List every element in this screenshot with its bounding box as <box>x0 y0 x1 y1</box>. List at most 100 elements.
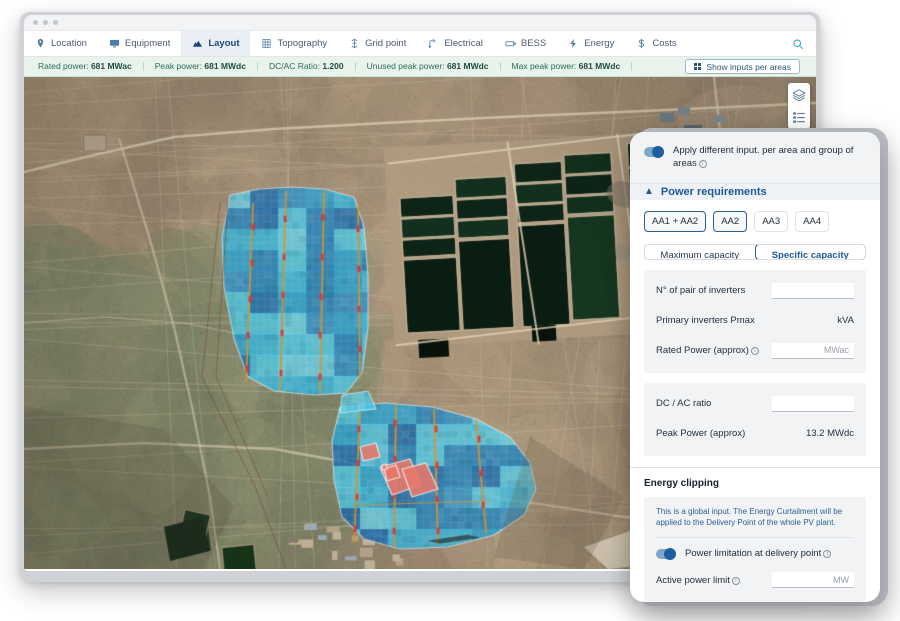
stat-peak-power: Peak power: 681 MWdc <box>144 62 258 71</box>
search-icon[interactable] <box>784 31 816 56</box>
tab-topography[interactable]: Topography <box>250 31 338 56</box>
field-label: DC / AC ratio <box>656 398 711 409</box>
field-label-text: N° of pair of inverters <box>656 285 746 297</box>
info-icon[interactable]: i <box>750 347 759 356</box>
tab-equipment[interactable]: Equipment <box>98 31 181 56</box>
stat-label: Unused peak power: <box>366 61 445 72</box>
legend-list-icon[interactable] <box>791 109 807 125</box>
active-power-limit-input[interactable]: MW <box>772 572 854 588</box>
stat-value: 681 MWdc <box>578 61 621 72</box>
field-label: Primary inverters Pmax <box>656 315 755 326</box>
power-requirements-panel: Apply different input. per area and grou… <box>630 132 880 602</box>
battery-icon <box>505 38 516 49</box>
tab-label: Location <box>51 38 87 49</box>
stat-label: Peak power: <box>154 61 202 72</box>
stat-label: Rated power: <box>38 61 89 72</box>
pin-icon <box>35 38 46 49</box>
grid-icon <box>694 63 702 70</box>
tower-icon <box>349 38 360 49</box>
power-requirements-header[interactable]: ▲ Power requirements <box>630 182 880 201</box>
tab-grid-point[interactable]: Grid point <box>338 31 417 56</box>
energy-clipping-note: This is a global input. The Energy Curta… <box>656 506 854 538</box>
apply-different-input-label: Apply different input. per area and grou… <box>673 145 854 169</box>
stat-value: 681 MWdc <box>204 61 246 72</box>
stat-dc-ac-ratio: DC/AC Ratio: 1.200 <box>258 62 356 71</box>
specific-capacity-fields: N° of pair of inverters Primary inverters… <box>644 269 866 373</box>
stat-value: 1.200 <box>322 61 344 72</box>
capacity-tab-group: Maximum capacity Specific capacity <box>644 244 866 260</box>
field-label-text: Primary inverters Pmax <box>656 315 755 327</box>
field-input[interactable] <box>772 282 854 299</box>
tab-label: Energy <box>584 38 615 49</box>
show-inputs-label: Show inputs per areas <box>706 61 791 72</box>
area-selector-group: AA1 + AA2 AA2 AA3 AA4 <box>630 200 880 245</box>
main-tabbar: Location Equipment Layout Topography Grid po… <box>24 31 816 57</box>
energy-clipping-title: Energy clipping <box>644 477 720 489</box>
stat-max-peak-power: Max peak power: 681 MWdc <box>501 62 633 71</box>
stat-rated-power: Rated power: 681 MWac <box>30 62 144 71</box>
field-value: 13.2 MWdc <box>805 428 854 440</box>
tab-electrical[interactable]: Electrical <box>417 31 494 56</box>
tab-energy[interactable]: Energy <box>557 31 625 56</box>
tab-label: Electrical <box>444 38 483 49</box>
field-row: Rated Power (approx) i MWac <box>656 340 854 362</box>
power-limitation-row: Power limitation at delivery point i <box>656 538 854 569</box>
monitor-icon <box>109 38 120 49</box>
tab-label: Costs <box>652 38 677 49</box>
stat-label: Max peak power: <box>511 61 577 72</box>
field-label-text: Peak Power (approx) <box>656 428 746 440</box>
field-input[interactable]: MWac <box>772 342 854 359</box>
apply-different-input-toggle[interactable] <box>644 146 664 158</box>
tab-bess[interactable]: BESS <box>494 31 557 56</box>
tab-label: BESS <box>520 38 547 49</box>
show-inputs-per-areas-button[interactable]: Show inputs per areas <box>685 59 800 74</box>
tab-label: Layout <box>208 38 240 49</box>
mountain-icon <box>192 38 203 49</box>
chevron-up-icon[interactable]: ▲ <box>644 186 654 197</box>
energy-clipping-box: This is a global input. The Energy Curta… <box>644 496 866 602</box>
ratio-fields: DC / AC ratio Peak Power (approx) 13.2 MWd… <box>644 382 866 456</box>
capacity-tab-specific-capacity[interactable]: Specific capacity <box>754 245 865 259</box>
stat-value: 681 MWdc <box>446 61 489 72</box>
window-dot-minimize[interactable] <box>43 20 48 25</box>
tab-location[interactable]: Location <box>24 31 98 56</box>
stat-label: DC/AC Ratio: <box>268 61 320 72</box>
info-icon[interactable]: i <box>823 549 832 558</box>
field-row: Peak Power (approx) 13.2 MWdc <box>656 423 854 445</box>
dollar-icon <box>636 38 647 49</box>
field-row: Primary inverters Pmax kVA <box>656 310 854 332</box>
field-label-text: Rated Power (approx) <box>656 345 749 357</box>
area-button-aa3[interactable]: AA3 <box>754 211 789 233</box>
field-input[interactable] <box>772 395 854 412</box>
active-power-limit-row: Active power limit i MW <box>656 569 854 591</box>
tab-label: Grid point <box>365 38 407 49</box>
tab-layout[interactable]: Layout <box>181 31 251 56</box>
stat-unused-peak-power: Unused peak power: 681 MWdc <box>356 62 501 71</box>
info-icon[interactable]: i <box>731 576 740 585</box>
area-button-aa2[interactable]: AA2 <box>713 211 748 233</box>
bolt-icon <box>568 38 579 49</box>
field-label: N° of pair of inverters <box>656 285 745 296</box>
area-button-aa1-aa2[interactable]: AA1 + AA2 <box>644 211 707 233</box>
circuit-icon <box>428 38 439 49</box>
layers-icon[interactable] <box>791 87 807 103</box>
field-label-text: DC / AC ratio <box>656 398 712 410</box>
apply-different-input-row: Apply different input. per area and grou… <box>630 132 880 183</box>
area-button-aa4[interactable]: AA4 <box>795 211 830 233</box>
power-limitation-toggle[interactable] <box>656 548 676 560</box>
screenshot-root: Location Equipment Layout Topography Grid po… <box>0 0 900 621</box>
window-dot-maximize[interactable] <box>53 20 58 25</box>
terrain-icon <box>261 38 272 49</box>
summary-stats-bar: Rated power: 681 MWac Peak power: 681 MWd… <box>24 57 816 77</box>
field-value: kVA <box>837 315 854 327</box>
field-label: Rated Power (approx) i <box>656 345 759 356</box>
tab-costs[interactable]: Costs <box>625 31 687 56</box>
field-row: DC / AC ratio <box>656 393 854 415</box>
window-dot-close[interactable] <box>33 20 38 25</box>
power-requirements-title: Power requirements <box>660 185 767 198</box>
window-titlebar <box>24 15 816 31</box>
power-limitation-label: Power limitation at delivery point i <box>685 548 832 559</box>
info-icon[interactable]: i <box>698 159 707 168</box>
tab-label: Equipment <box>124 38 171 49</box>
capacity-tab-maximum-capacity[interactable]: Maximum capacity <box>645 245 755 259</box>
